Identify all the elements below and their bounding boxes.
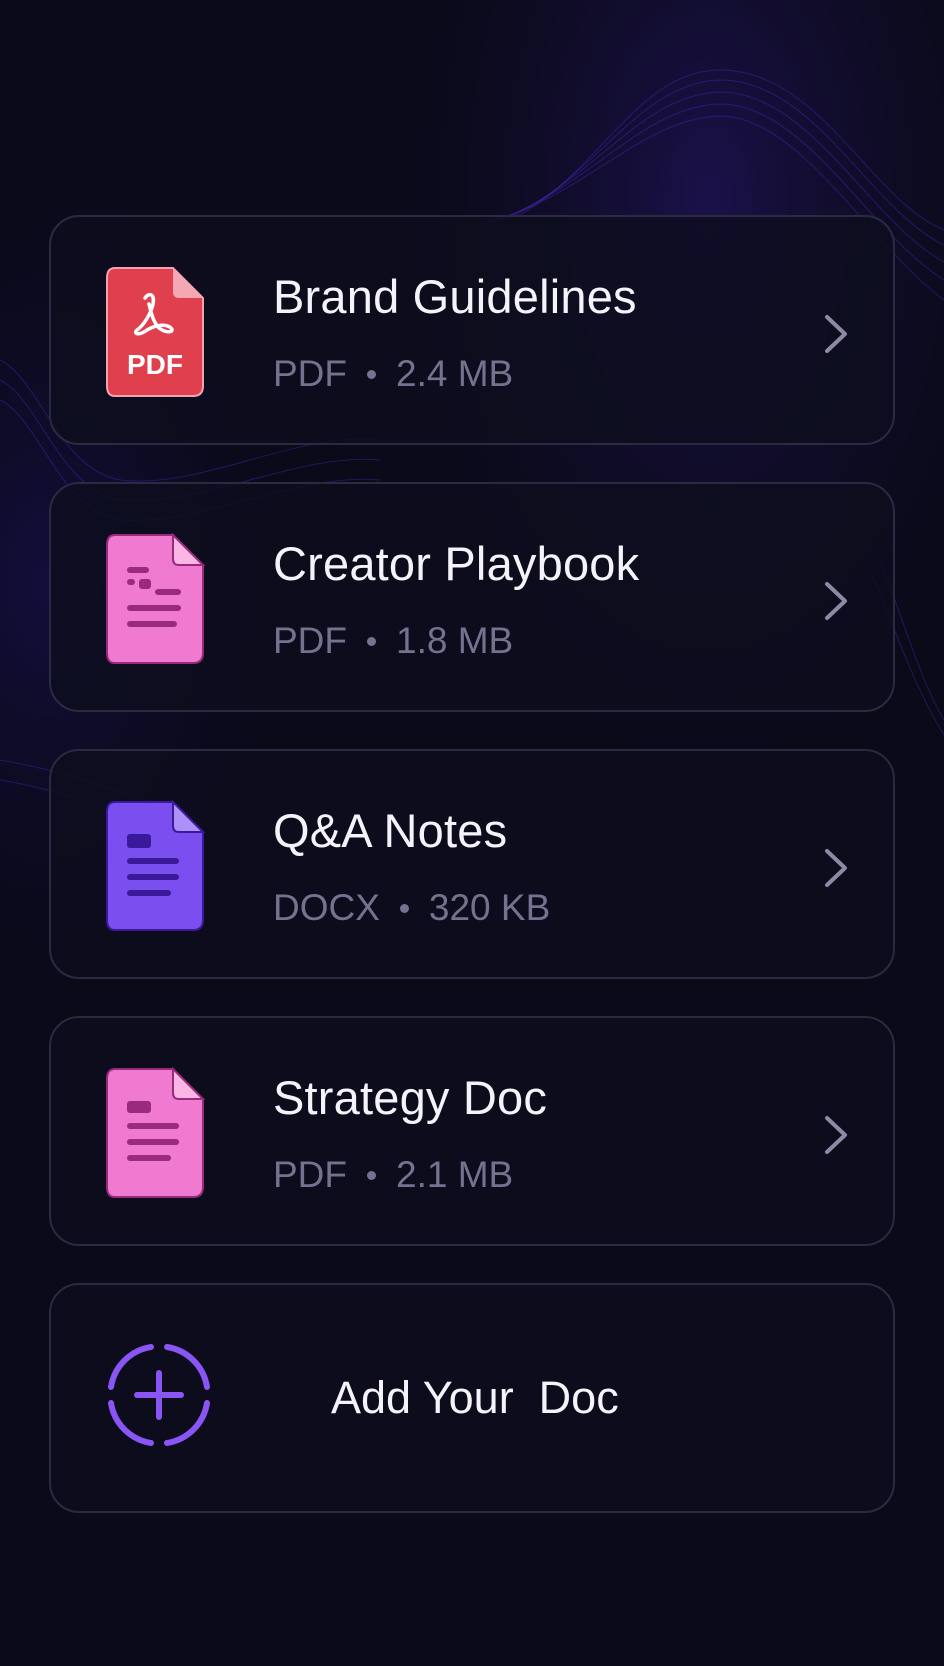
document-type: PDF bbox=[273, 353, 347, 394]
document-card-creator-playbook[interactable]: Creator Playbook PDF 1.8 MB bbox=[49, 482, 895, 712]
document-card-qa-notes[interactable]: Q&A Notes DOCX 320 KB bbox=[49, 749, 895, 979]
chevron-right-icon[interactable] bbox=[823, 1114, 849, 1156]
document-card-brand-guidelines[interactable]: PDF Brand Guidelines PDF 2.4 MB bbox=[49, 215, 895, 445]
document-size: 320 KB bbox=[428, 887, 551, 928]
document-file-icon bbox=[105, 1067, 205, 1199]
document-card-strategy-doc[interactable]: Strategy Doc PDF 2.1 MB bbox=[49, 1016, 895, 1246]
document-size: 2.4 MB bbox=[396, 353, 514, 394]
separator-dot bbox=[367, 636, 376, 646]
document-type: PDF bbox=[273, 620, 347, 661]
document-list: PDF Brand Guidelines PDF 2.4 MB Creator … bbox=[49, 215, 895, 1513]
document-size: 2.1 MB bbox=[396, 1154, 514, 1195]
chevron-right-icon[interactable] bbox=[823, 580, 849, 622]
document-title: Q&A Notes bbox=[273, 804, 508, 857]
chevron-right-icon[interactable] bbox=[823, 313, 849, 355]
separator-dot bbox=[399, 903, 409, 913]
document-meta: PDF 2.4 MB bbox=[273, 353, 513, 395]
document-type: DOCX bbox=[273, 887, 380, 928]
add-doc-button[interactable]: Add Your Doc bbox=[49, 1283, 895, 1513]
document-title: Brand Guidelines bbox=[273, 270, 637, 323]
separator-dot bbox=[367, 1170, 376, 1180]
pdf-file-icon: PDF bbox=[105, 266, 205, 398]
document-title: Strategy Doc bbox=[273, 1071, 548, 1124]
chevron-right-icon[interactable] bbox=[823, 847, 849, 889]
add-circle-icon bbox=[108, 1344, 210, 1446]
document-size: 1.8 MB bbox=[396, 620, 514, 661]
document-file-icon bbox=[105, 533, 205, 665]
document-meta: PDF 1.8 MB bbox=[273, 620, 513, 662]
add-doc-label: Add Your Doc bbox=[331, 1372, 619, 1423]
document-meta: PDF 2.1 MB bbox=[273, 1154, 513, 1196]
document-title: Creator Playbook bbox=[273, 537, 640, 590]
document-meta: DOCX 320 KB bbox=[273, 887, 550, 929]
pdf-icon-label: PDF bbox=[127, 349, 183, 380]
document-file-icon bbox=[105, 800, 205, 932]
document-type: PDF bbox=[273, 1154, 347, 1195]
separator-dot bbox=[367, 369, 376, 379]
